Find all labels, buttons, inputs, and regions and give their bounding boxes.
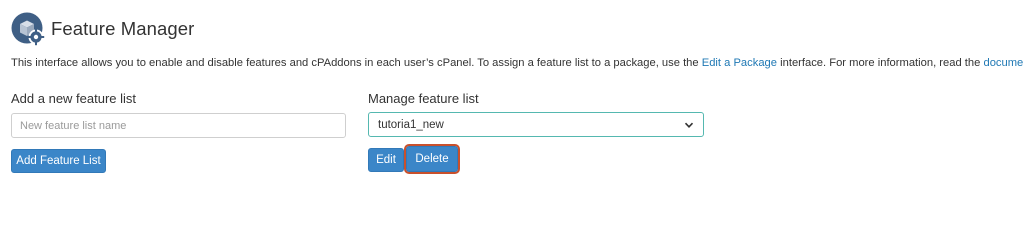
feature-list-select[interactable]: tutoria1_new xyxy=(368,112,704,137)
edit-button[interactable]: Edit xyxy=(368,148,404,172)
intro-text: This interface allows you to enable and … xyxy=(11,57,1024,69)
delete-button[interactable]: Delete xyxy=(404,144,460,174)
feature-manager-icon xyxy=(11,12,45,46)
feature-list-name-input[interactable] xyxy=(11,113,346,138)
documentation-link[interactable]: documentation xyxy=(983,57,1024,69)
page-title: Feature Manager xyxy=(51,18,195,39)
intro-text-middle: interface. For more information, read th… xyxy=(777,57,984,69)
edit-package-link[interactable]: Edit a Package xyxy=(702,57,777,69)
manage-feature-list-label: Manage feature list xyxy=(368,91,479,106)
add-feature-list-button[interactable]: Add Feature List xyxy=(11,149,106,173)
feature-list-selected-value: tutoria1_new xyxy=(378,118,444,131)
page-header: Feature Manager xyxy=(11,11,194,47)
intro-text-start: This interface allows you to enable and … xyxy=(11,57,702,69)
add-feature-list-label: Add a new feature list xyxy=(11,91,137,106)
chevron-down-icon xyxy=(684,122,694,128)
